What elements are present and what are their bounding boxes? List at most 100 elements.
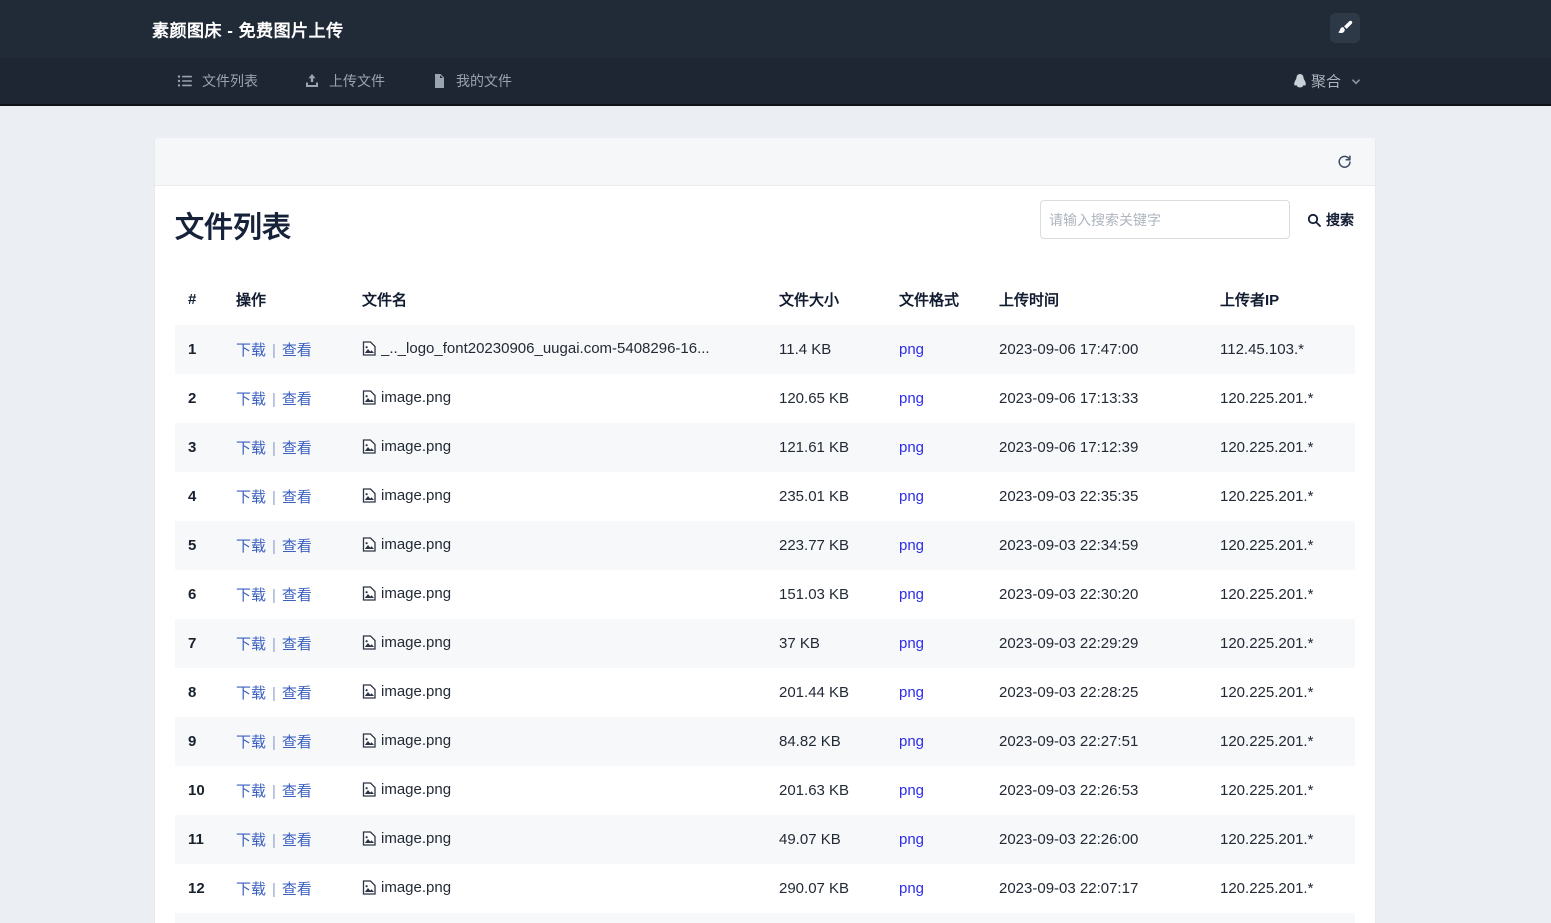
view-link[interactable]: 查看 (282, 342, 312, 359)
refresh-button[interactable] (1334, 151, 1355, 172)
file-size: 201.44 KB (779, 684, 850, 701)
download-link[interactable]: 下载 (236, 734, 266, 751)
uploader-ip: 120.225.201.* (1220, 684, 1314, 701)
view-link[interactable]: 查看 (282, 881, 312, 898)
uploader-ip: 120.225.201.* (1220, 635, 1314, 652)
action-separator: | (272, 636, 276, 653)
view-link[interactable]: 查看 (282, 734, 312, 751)
brush-icon (1337, 20, 1353, 36)
view-link[interactable]: 查看 (282, 685, 312, 702)
action-separator: | (272, 440, 276, 457)
action-separator: | (272, 783, 276, 800)
format-link[interactable]: png (899, 782, 924, 799)
format-link[interactable]: png (899, 586, 924, 603)
format-link[interactable]: png (899, 537, 924, 554)
view-link[interactable]: 查看 (282, 832, 312, 849)
uploader-ip: 120.225.201.* (1220, 782, 1314, 799)
row-index: 8 (188, 684, 197, 701)
format-link[interactable]: png (899, 341, 924, 358)
view-link[interactable]: 查看 (282, 489, 312, 506)
download-link[interactable]: 下载 (236, 391, 266, 408)
uploader-ip: 120.225.201.* (1220, 586, 1314, 603)
format-link[interactable]: png (899, 390, 924, 407)
download-link[interactable]: 下载 (236, 783, 266, 800)
tab-my-files-label: 我的文件 (456, 73, 512, 89)
upload-time: 2023-09-03 22:06:18 (986, 913, 1207, 923)
view-link[interactable]: 查看 (282, 391, 312, 408)
view-link[interactable]: 查看 (282, 587, 312, 604)
table-row: 12 下载 | 查看 image.png 290.07 KB png 2023-09… (175, 864, 1355, 913)
format-link[interactable]: png (899, 684, 924, 701)
upload-time: 2023-09-03 22:26:00 (999, 831, 1139, 848)
tab-file-list[interactable]: 文件列表 (177, 71, 258, 91)
table-row: 1 下载 | 查看 _.._logo_font20230906_uugai.com-… (175, 325, 1355, 374)
header-format: 文件格式 (899, 292, 960, 309)
file-name: image.png (381, 878, 452, 896)
file-name: image.png (381, 633, 452, 651)
main-content: 文件列表 搜索 (0, 138, 1551, 923)
upload-time: 2023-09-03 22:34:59 (999, 537, 1139, 554)
action-separator: | (272, 342, 276, 359)
search-icon (1307, 213, 1321, 227)
header-time: 上传时间 (999, 292, 1060, 309)
file-name: image.png (381, 682, 452, 700)
format-link[interactable]: png (899, 488, 924, 505)
file-name: image.png (381, 437, 452, 455)
uploader-ip: 112.45.103.* (1220, 341, 1304, 358)
upload-time: 2023-09-06 17:13:33 (999, 390, 1139, 407)
uploader-ip: 120.225.201.* (1220, 733, 1314, 750)
file-size: 201.63 KB (779, 782, 850, 799)
download-link[interactable]: 下载 (236, 881, 266, 898)
upload-time: 2023-09-03 22:28:25 (999, 684, 1139, 701)
chevron-down-icon (1350, 75, 1362, 87)
search-button[interactable]: 搜索 (1307, 210, 1354, 230)
row-index: 13 (175, 913, 223, 923)
download-link[interactable]: 下载 (236, 538, 266, 555)
format-link[interactable]: png (899, 439, 924, 456)
view-link[interactable]: 查看 (282, 538, 312, 555)
download-link[interactable]: 下载 (236, 342, 266, 359)
penguin-avatar-icon (1291, 72, 1309, 90)
table-row: 3 下载 | 查看 image.png 121.61 KB png 2023-09-… (175, 423, 1355, 472)
format-link[interactable]: png (899, 831, 924, 848)
image-file-icon (362, 340, 376, 356)
theme-brush-button[interactable] (1330, 13, 1360, 43)
uploader-ip: 120.225.201.* (1220, 390, 1314, 407)
file-size: 120.65 KB (779, 390, 850, 407)
file-size: 49.07 KB (779, 831, 841, 848)
download-link[interactable]: 下载 (236, 685, 266, 702)
view-link[interactable]: 查看 (282, 783, 312, 800)
user-menu-label: 聚合 (1310, 73, 1341, 91)
row-index: 10 (188, 782, 205, 799)
header-ip: 上传者IP (1220, 292, 1280, 309)
download-link[interactable]: 下载 (236, 587, 266, 604)
card-body: 文件列表 搜索 (155, 186, 1375, 923)
view-link[interactable]: 查看 (282, 636, 312, 653)
download-link[interactable]: 下载 (236, 832, 266, 849)
card-header (155, 138, 1375, 186)
file-table-body: 1 下载 | 查看 _.._logo_font20230906_uugai.com-… (175, 325, 1355, 923)
action-separator: | (272, 587, 276, 604)
download-link[interactable]: 下载 (236, 489, 266, 506)
image-file-icon (362, 781, 376, 797)
action-separator: | (272, 685, 276, 702)
download-link[interactable]: 下载 (236, 440, 266, 457)
view-link[interactable]: 查看 (282, 440, 312, 457)
upload-time: 2023-09-06 17:47:00 (999, 341, 1139, 358)
action-separator: | (272, 489, 276, 506)
file-size: 37 KB (779, 635, 820, 652)
header-size: 文件大小 (779, 292, 840, 309)
uploader-ip: 120.225.201.* (1220, 831, 1314, 848)
upload-time: 2023-09-03 22:27:51 (999, 733, 1139, 750)
subnav: 文件列表 上传文件 我的文件 聚合 (0, 58, 1551, 106)
user-menu[interactable]: 聚合 (1291, 71, 1362, 92)
format-link[interactable]: png (899, 880, 924, 897)
search-input[interactable] (1040, 200, 1290, 239)
tab-upload[interactable]: 上传文件 (304, 71, 385, 91)
file-icon (431, 73, 447, 89)
table-row: 6 下载 | 查看 image.png 151.03 KB png 2023-09-… (175, 570, 1355, 619)
format-link[interactable]: png (899, 733, 924, 750)
tab-my-files[interactable]: 我的文件 (431, 71, 512, 91)
format-link[interactable]: png (899, 635, 924, 652)
download-link[interactable]: 下载 (236, 636, 266, 653)
